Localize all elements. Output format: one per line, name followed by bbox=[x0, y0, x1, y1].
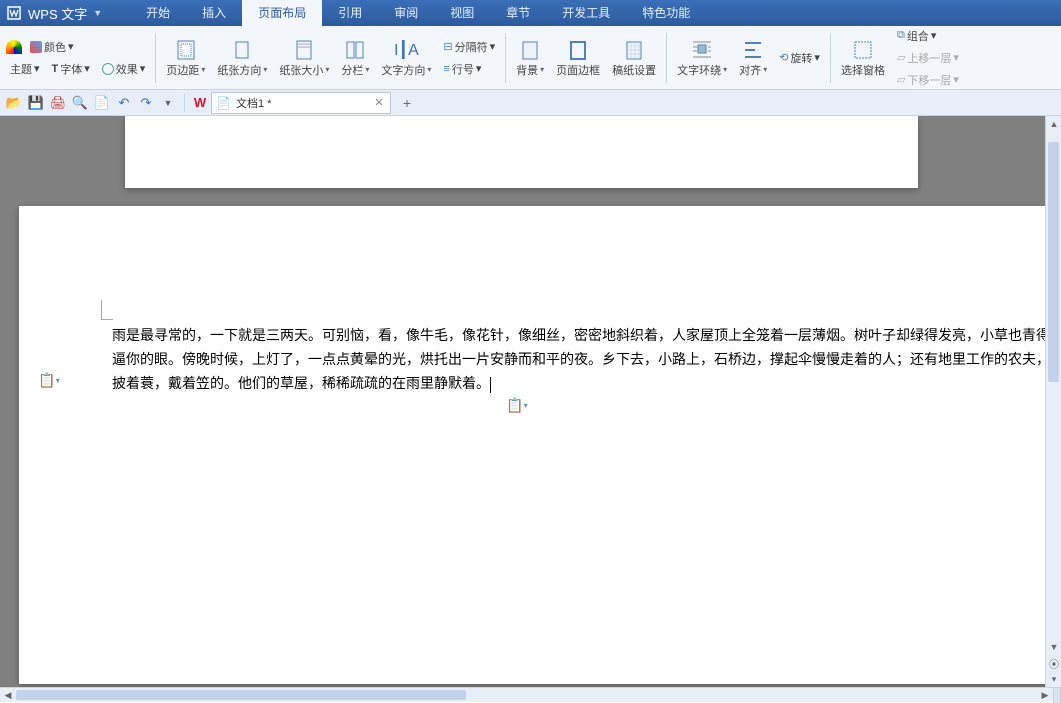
export-pdf-button[interactable]: 📄 bbox=[92, 93, 112, 113]
workspace: 雨是最寻常的，一下就是三两天。可别恼，看，像牛毛，像花针，像细丝，密密地斜织着，… bbox=[0, 116, 1061, 687]
title-bar: WPS 文字 ▼ 开始 插入 页面布局 引用 审阅 视图 章节 开发工具 特色功… bbox=[0, 0, 1061, 26]
text-direction-button[interactable]: I┃A 文字方向▾ bbox=[375, 36, 437, 80]
undo-button[interactable]: ↶ bbox=[114, 93, 134, 113]
theme-button[interactable]: 主题▾ bbox=[6, 59, 44, 79]
menu-bar: 开始 插入 页面布局 引用 审阅 视图 章节 开发工具 特色功能 bbox=[130, 0, 706, 26]
scroll-left-icon[interactable]: ◀ bbox=[0, 688, 16, 703]
app-title: WPS 文字 bbox=[28, 4, 87, 23]
colors-button[interactable]: 颜色▾ bbox=[26, 37, 78, 57]
qa-dropdown[interactable]: ▼ bbox=[158, 93, 178, 113]
document-paragraph[interactable]: 雨是最寻常的，一下就是三两天。可别恼，看，像牛毛，像花针，像细丝，密密地斜织着，… bbox=[112, 324, 1052, 396]
text-cursor bbox=[490, 377, 491, 393]
breaks-button[interactable]: ⊟分隔符▾ bbox=[439, 37, 499, 57]
doc-tab-label: 文档1 * bbox=[236, 95, 366, 111]
align-icon bbox=[741, 38, 765, 62]
bring-fwd-icon: ▱ bbox=[897, 51, 905, 64]
menu-view[interactable]: 视图 bbox=[434, 0, 490, 26]
document-tab[interactable]: 📄 文档1 * ✕ bbox=[211, 92, 391, 114]
select-pane-icon bbox=[851, 38, 875, 62]
close-tab-icon[interactable]: ✕ bbox=[372, 96, 386, 110]
orientation-icon bbox=[230, 38, 254, 62]
palette-icon bbox=[30, 41, 42, 53]
title-dropdown-icon[interactable]: ▼ bbox=[93, 8, 102, 18]
hscroll-thumb[interactable] bbox=[16, 690, 466, 700]
wps-home-icon[interactable]: W bbox=[191, 94, 209, 112]
page-current[interactable]: 雨是最寻常的，一下就是三两天。可别恼，看，像牛毛，像花针，像细丝，密密地斜织着，… bbox=[19, 206, 1047, 684]
break-icon: ⊟ bbox=[443, 40, 452, 53]
group-button[interactable]: ⧉组合▾ bbox=[893, 26, 963, 46]
doc-icon: 📄 bbox=[216, 96, 230, 110]
background-button[interactable]: 背景▾ bbox=[510, 36, 550, 80]
menu-start[interactable]: 开始 bbox=[130, 0, 186, 26]
paste-options-button-2[interactable]: 📋▾ bbox=[508, 396, 526, 414]
menu-features[interactable]: 特色功能 bbox=[626, 0, 706, 26]
paste-options-button[interactable]: 📋▾ bbox=[40, 371, 58, 389]
vscroll-track[interactable] bbox=[1046, 132, 1061, 639]
new-tab-button[interactable]: + bbox=[397, 93, 417, 113]
page-size-icon bbox=[292, 38, 316, 62]
open-button[interactable]: 📂 bbox=[4, 93, 24, 113]
line-no-icon: ≡ bbox=[443, 63, 449, 75]
send-back-icon: ▱ bbox=[897, 73, 905, 86]
text-wrap-button[interactable]: 文字环绕▾ bbox=[671, 36, 733, 80]
save-button[interactable]: 💾 bbox=[26, 93, 46, 113]
scroll-down-icon[interactable]: ▼ bbox=[1046, 639, 1061, 655]
theme-colors-icon bbox=[6, 39, 22, 55]
rotate-button[interactable]: ⟲旋转▾ bbox=[775, 48, 824, 68]
print-button[interactable]: 🖨 bbox=[48, 93, 68, 113]
draft-button[interactable]: 稿纸设置 bbox=[606, 36, 662, 80]
page-previous[interactable] bbox=[125, 116, 918, 188]
align-button[interactable]: 对齐▾ bbox=[733, 36, 773, 80]
vertical-scrollbar[interactable]: ▲ ▼ ⦿ ▾ bbox=[1045, 116, 1061, 687]
menu-sections[interactable]: 章节 bbox=[490, 0, 546, 26]
select-pane-button[interactable]: 选择窗格 bbox=[835, 36, 891, 80]
menu-developer[interactable]: 开发工具 bbox=[546, 0, 626, 26]
vscroll-thumb[interactable] bbox=[1048, 142, 1059, 382]
orientation-button[interactable]: 纸张方向▾ bbox=[211, 36, 273, 80]
text-direction-icon: I┃A bbox=[394, 38, 418, 62]
page-border-icon bbox=[566, 38, 590, 62]
prev-page-icon[interactable]: ⦿ bbox=[1046, 655, 1061, 671]
menu-page-layout[interactable]: 页面布局 bbox=[242, 0, 322, 26]
quick-access-bar: 📂 💾 🖨 🔍 📄 ↶ ↷ ▼ W 📄 文档1 * ✕ + bbox=[0, 90, 1061, 116]
effects-button[interactable]: 效果▾ bbox=[98, 59, 150, 79]
split-handle[interactable] bbox=[1053, 688, 1061, 703]
font-icon: T bbox=[52, 63, 59, 75]
rotate-icon: ⟲ bbox=[779, 51, 788, 64]
menu-insert[interactable]: 插入 bbox=[186, 0, 242, 26]
line-numbers-button[interactable]: ≡行号▾ bbox=[439, 59, 499, 79]
text-wrap-icon bbox=[690, 38, 714, 62]
next-page-icon[interactable]: ▾ bbox=[1046, 671, 1061, 687]
fonts-button[interactable]: T字体▾ bbox=[48, 59, 94, 79]
menu-references[interactable]: 引用 bbox=[322, 0, 378, 26]
columns-icon bbox=[343, 38, 367, 62]
group-icon: ⧉ bbox=[897, 29, 905, 42]
menu-review[interactable]: 审阅 bbox=[378, 0, 434, 26]
hscroll-track[interactable] bbox=[16, 688, 1037, 702]
scroll-right-icon[interactable]: ▶ bbox=[1037, 688, 1053, 703]
horizontal-scrollbar[interactable]: ◀ ▶ bbox=[0, 687, 1061, 702]
app-logo-icon bbox=[6, 5, 22, 21]
redo-button[interactable]: ↷ bbox=[136, 93, 156, 113]
background-icon bbox=[518, 38, 542, 62]
margin-marker bbox=[101, 300, 113, 320]
margins-icon bbox=[174, 38, 198, 62]
print-preview-button[interactable]: 🔍 bbox=[70, 93, 90, 113]
columns-button[interactable]: 分栏▾ bbox=[335, 36, 375, 80]
margins-button[interactable]: 页边距▾ bbox=[160, 36, 211, 80]
page-size-button[interactable]: 纸张大小▾ bbox=[273, 36, 335, 80]
draft-icon bbox=[622, 38, 646, 62]
page-border-button[interactable]: 页面边框 bbox=[550, 36, 606, 80]
effects-icon bbox=[102, 63, 114, 75]
bring-forward-button[interactable]: ▱上移一层▾ bbox=[893, 48, 963, 68]
send-back-button[interactable]: ▱下移一层▾ bbox=[893, 70, 963, 90]
scroll-up-icon[interactable]: ▲ bbox=[1046, 116, 1061, 132]
ribbon: 颜色▾ 主题▾ T字体▾ 效果▾ 页边距▾ 纸张方向▾ 纸张大小▾ 分栏▾ I┃… bbox=[0, 26, 1061, 90]
